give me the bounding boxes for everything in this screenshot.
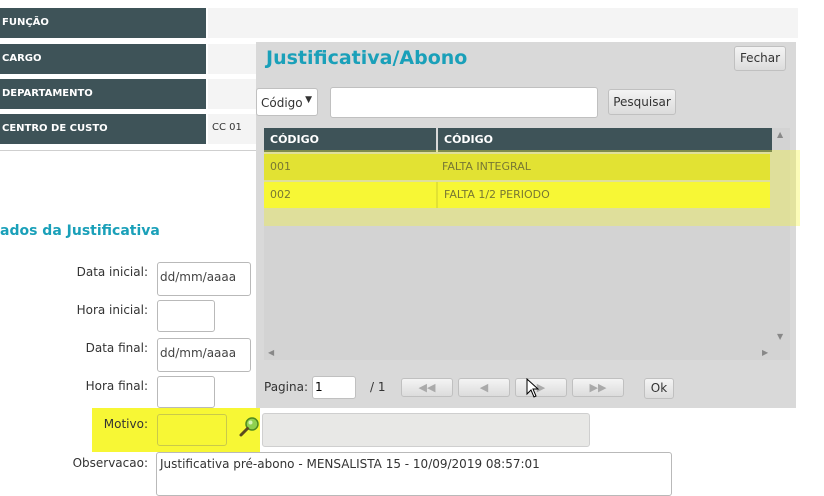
info-label-funcao: FUNÇÃO — [0, 8, 206, 38]
info-value-departamento — [208, 79, 260, 109]
last-page-button[interactable]: ▶▶ — [572, 378, 624, 397]
horizontal-scrollbar[interactable]: ◀ ▶ — [264, 346, 790, 360]
column-header-codigo[interactable]: CÓDIGO — [264, 128, 436, 152]
search-input[interactable] — [330, 87, 598, 118]
motivo-description-field — [262, 413, 590, 447]
hora-final-input[interactable] — [157, 376, 215, 408]
first-page-icon: ◀◀ — [418, 381, 436, 394]
page-input[interactable]: 1 — [312, 376, 356, 399]
filter-select[interactable]: Código ▼ — [256, 88, 318, 116]
data-inicial-input[interactable]: dd/mm/aaaa — [157, 262, 251, 296]
search-button[interactable]: Pesquisar — [608, 89, 676, 115]
page-total: / 1 — [370, 380, 386, 394]
selection-highlight — [264, 150, 800, 226]
info-value-funcao — [208, 8, 798, 38]
column-header-descricao[interactable]: CÓDIGO — [438, 128, 772, 152]
first-page-button[interactable]: ◀◀ — [401, 378, 453, 397]
info-value-centro-de-custo: CC 01 — [208, 114, 260, 144]
hora-final-label: Hora final: — [85, 379, 148, 393]
info-label-departamento: DEPARTAMENTO — [0, 79, 206, 109]
motivo-input[interactable] — [157, 414, 227, 446]
previous-page-icon: ◀ — [479, 381, 489, 394]
hora-inicial-label: Hora inicial: — [76, 303, 148, 317]
hora-inicial-input[interactable] — [157, 300, 215, 332]
scroll-down-icon[interactable]: ▼ — [777, 332, 783, 341]
observacao-label: Observacao: — [72, 456, 148, 470]
observacao-textarea[interactable]: Justificativa pré-abono - MENSALISTA 15 … — [156, 452, 672, 496]
chevron-down-icon: ▼ — [305, 95, 312, 105]
scroll-up-icon[interactable]: ▲ — [777, 130, 783, 139]
info-value-cargo — [208, 44, 260, 74]
close-button[interactable]: Fechar — [734, 46, 786, 71]
info-label-centro-de-custo: CENTRO DE CUSTO — [0, 114, 206, 144]
info-label-cargo: CARGO — [0, 44, 206, 74]
divider — [0, 150, 256, 151]
section-title: ados da Justificativa — [0, 223, 160, 239]
next-page-button[interactable]: ▶ — [515, 378, 567, 397]
mouse-cursor-icon — [526, 377, 540, 402]
scroll-right-icon[interactable]: ▶ — [762, 348, 768, 357]
motivo-label: Motivo: — [103, 417, 148, 431]
pager-label: Pagina: — [264, 380, 309, 394]
scroll-left-icon[interactable]: ◀ — [268, 348, 274, 357]
filter-select-value: Código — [261, 96, 303, 110]
search-lookup-icon[interactable] — [238, 415, 262, 439]
previous-page-button[interactable]: ◀ — [458, 378, 510, 397]
modal-title: Justificativa/Abono — [266, 47, 468, 69]
data-inicial-label: Data inicial: — [76, 265, 148, 279]
data-final-label: Data final: — [85, 341, 148, 355]
ok-button[interactable]: Ok — [644, 378, 674, 399]
data-final-input[interactable]: dd/mm/aaaa — [157, 338, 251, 372]
last-page-icon: ▶▶ — [589, 381, 607, 394]
